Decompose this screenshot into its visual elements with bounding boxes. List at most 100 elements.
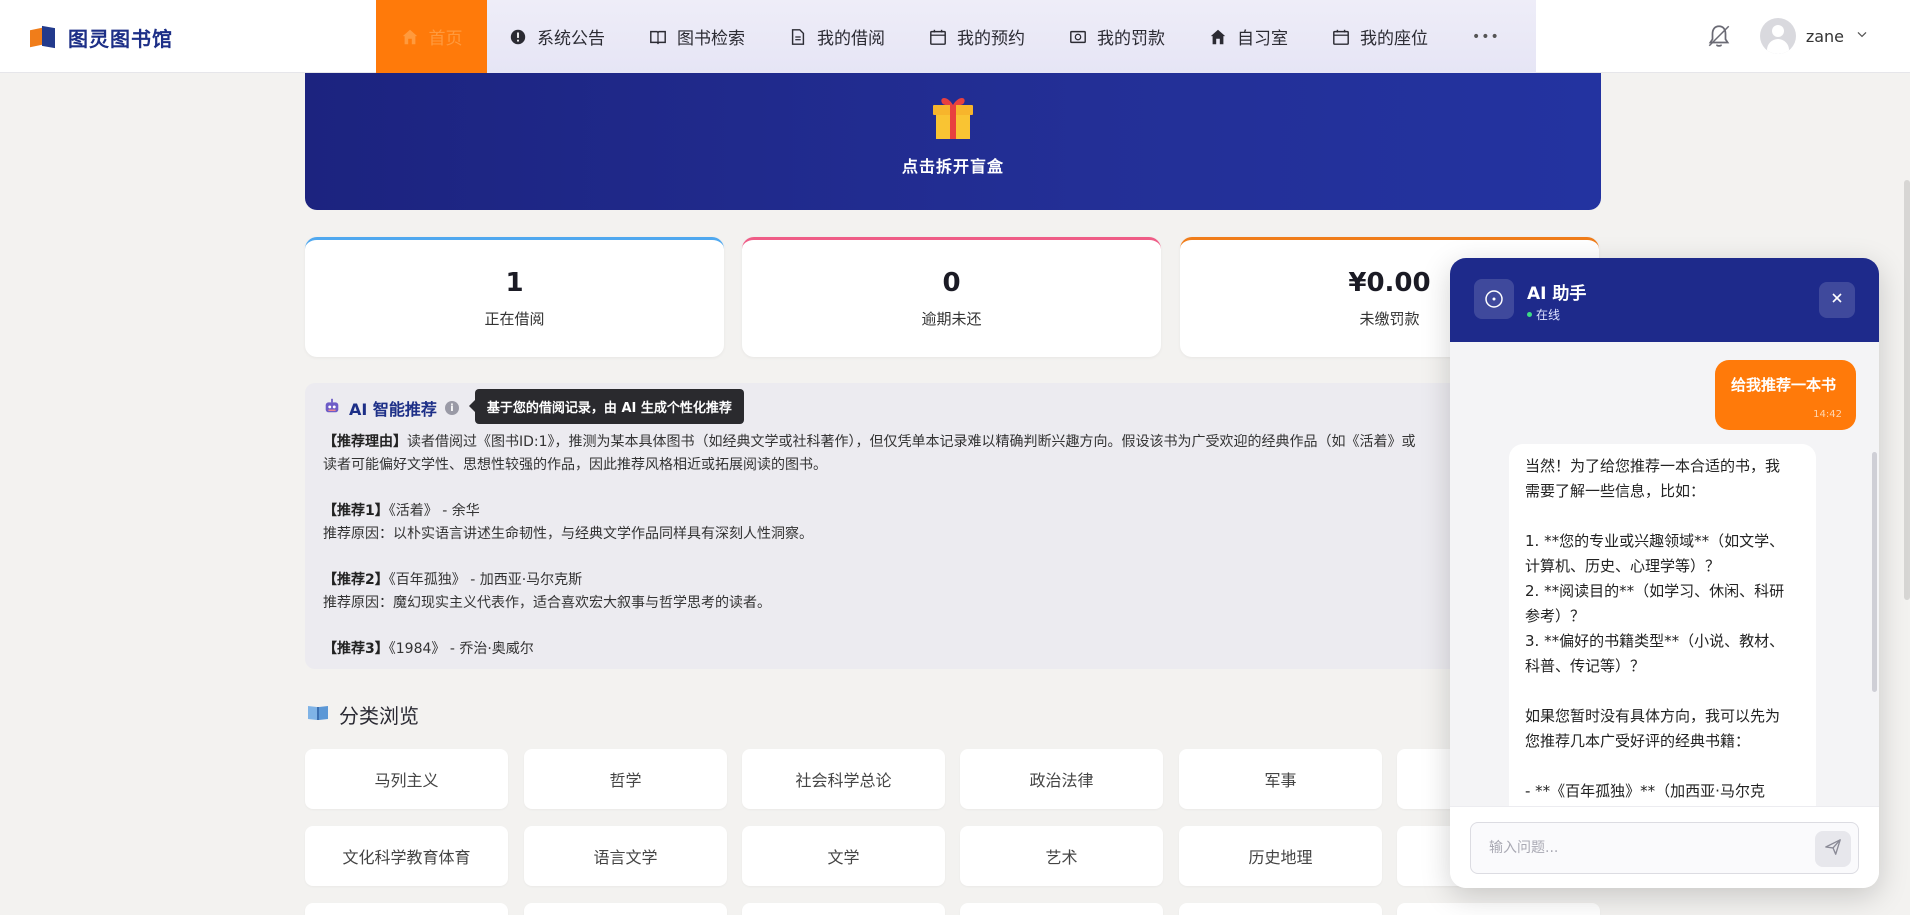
nav-item-announcements[interactable]: 系统公告 (487, 0, 627, 73)
ai-assistant-panel: AI 助手 在线 给我推荐一本书 14:42 当然！为了给您推荐一本合适的书，我… (1450, 258, 1879, 888)
more-icon: ••• (1472, 28, 1500, 45)
alert-icon (509, 28, 527, 46)
reason-text: 读者借阅过《图书ID:1》，推测为某本具体图书（如经典文学或社科著作），但仅凭单… (407, 434, 1416, 450)
nav-label: 首页 (428, 29, 463, 49)
category-button[interactable]: 政治法律 (960, 749, 1163, 809)
chat-input[interactable] (1470, 822, 1859, 874)
category-button[interactable]: 哲学 (524, 749, 727, 809)
info-icon[interactable]: i (444, 401, 459, 415)
gift-icon (931, 93, 975, 141)
robot-icon (323, 397, 341, 419)
user-message-text: 给我推荐一本书 (1731, 376, 1837, 394)
brand-name: 图灵图书馆 (68, 26, 173, 51)
nav-item-home[interactable]: 首页 (376, 0, 487, 73)
chat-input-area (1450, 806, 1879, 888)
library-logo-icon (30, 25, 56, 49)
stat-value: 0 (942, 268, 961, 298)
chat-scrollbar[interactable] (1872, 452, 1877, 692)
category-button[interactable]: 马列主义 (305, 749, 508, 809)
stat-value: ¥0.00 (1348, 268, 1431, 298)
nav-label: 我的借阅 (817, 29, 885, 49)
assistant-message-line (1525, 504, 1800, 529)
assistant-message: 当然！为了给您推荐一本合适的书，我 需要了解一些信息，比如： 1. **您的专业… (1509, 444, 1816, 806)
status-text: 在线 (1536, 308, 1561, 322)
top-right-tools: zane (1706, 16, 1870, 56)
top-navbar: 图灵图书馆 首页 系统公告 图书检索 我的借阅 我的预约 我的罚款 自习室 我的… (0, 0, 1910, 73)
reason-text: 读者可能偏好文学性、思想性较强的作品，因此推荐风格相近或拓展阅读的图书。 (323, 457, 827, 473)
category-button[interactable] (524, 903, 727, 915)
send-button[interactable] (1815, 831, 1851, 867)
recommend-book: 《百年孤独》 - 加西亚·马尔克斯 (388, 572, 583, 588)
category-button[interactable] (305, 903, 508, 915)
brand[interactable]: 图灵图书馆 (30, 22, 173, 52)
reason-tag: 【推荐理由】 (323, 434, 407, 450)
online-dot-icon (1527, 312, 1532, 317)
assistant-message-line: 如果您暂时没有具体方向，我可以先为 (1525, 707, 1781, 725)
page-scrollbar[interactable] (1904, 180, 1910, 600)
assistant-message-line: 需要了解一些信息，比如： (1525, 482, 1706, 500)
home-icon (401, 28, 419, 46)
category-button[interactable]: 社会科学总论 (742, 749, 945, 809)
nav-label: 我的预约 (957, 29, 1025, 49)
recommend-tag: 【推荐2】 (323, 572, 389, 588)
category-button[interactable]: 文学 (742, 826, 945, 886)
recommend-book: 《1984》 - 乔治·奥威尔 (388, 641, 534, 657)
money-icon (1069, 28, 1087, 46)
chat-messages: 给我推荐一本书 14:42 当然！为了给您推荐一本合适的书，我 需要了解一些信息… (1450, 342, 1879, 806)
close-icon (1829, 290, 1845, 311)
nav-label: 我的罚款 (1097, 29, 1165, 49)
category-button[interactable]: 军事 (1179, 749, 1382, 809)
nav-item-study-room[interactable]: 自习室 (1187, 0, 1310, 73)
online-status: 在线 (1527, 306, 1560, 323)
assistant-message-line: 计算机、历史、心理学等）？ (1525, 557, 1721, 575)
assistant-message-line (1525, 754, 1800, 779)
stat-borrowing[interactable]: 1 正在借阅 (305, 237, 724, 357)
category-button[interactable] (742, 903, 945, 915)
category-button[interactable] (1179, 903, 1382, 915)
category-title-text: 分类浏览 (339, 704, 419, 728)
blind-box-banner[interactable]: 点击拆开盲盒 (305, 73, 1601, 210)
nav-item-my-fines[interactable]: 我的罚款 (1047, 0, 1187, 73)
nav-more-button[interactable]: ••• (1450, 0, 1522, 73)
user-menu[interactable]: zane (1759, 18, 1870, 54)
open-book-icon (307, 702, 329, 727)
nav-label: 系统公告 (537, 29, 605, 49)
assistant-name: AI 助手 (1527, 284, 1587, 304)
user-message: 给我推荐一本书 14:42 (1715, 360, 1856, 430)
avatar (1759, 18, 1796, 54)
assistant-message-line: - **《百年孤独》**（加西亚·马尔克 (1525, 782, 1765, 800)
send-icon (1824, 838, 1842, 860)
category-button[interactable]: 文化科学教育体育 (305, 826, 508, 886)
nav-item-my-borrows[interactable]: 我的借阅 (767, 0, 907, 73)
category-button[interactable]: 艺术 (960, 826, 1163, 886)
close-button[interactable] (1819, 282, 1855, 318)
tooltip: 基于您的借阅记录，由 AI 生成个性化推荐 (468, 388, 744, 424)
ai-recommendation-title: AI 智能推荐 (349, 400, 437, 419)
recommendation-content: 【推荐理由】读者借阅过《图书ID:1》，推测为某本具体图书（如经典文学或社科著作… (323, 431, 1583, 661)
category-button[interactable]: 语言文学 (524, 826, 727, 886)
nav-item-my-reservations[interactable]: 我的预约 (907, 0, 1047, 73)
stat-label: 正在借阅 (484, 310, 545, 328)
stat-label: 逾期未还 (921, 310, 982, 328)
nav-label: 自习室 (1237, 29, 1288, 49)
home-icon (1209, 28, 1227, 46)
category-section-title: 分类浏览 (307, 700, 419, 729)
category-button[interactable] (960, 903, 1163, 915)
recommend-book: 《活着》 - 余华 (388, 503, 480, 519)
recommend-tag: 【推荐3】 (323, 641, 389, 657)
stat-overdue[interactable]: 0 逾期未还 (742, 237, 1161, 357)
notification-bell-icon[interactable] (1706, 23, 1732, 49)
recommend-reason: 推荐原因：以朴实语言讲述生命韧性，与经典文学作品同样具有深刻人性洞察。 (323, 526, 813, 542)
assistant-message-line: 当然！为了给您推荐一本合适的书，我 (1525, 457, 1781, 475)
nav-item-book-search[interactable]: 图书检索 (627, 0, 767, 73)
nav-item-my-seat[interactable]: 我的座位 (1310, 0, 1450, 73)
document-icon (789, 28, 807, 46)
category-button[interactable] (1397, 903, 1600, 915)
recommend-reason: 推荐原因：魔幻现实主义代表作，适合喜欢宏大叙事与哲学思考的读者。 (323, 595, 771, 611)
stat-label: 未缴罚款 (1359, 310, 1420, 328)
assistant-message-line: 您推荐几本广受好评的经典书籍： (1525, 732, 1751, 750)
chevron-down-icon (1854, 26, 1870, 46)
assistant-message-line (1525, 679, 1800, 704)
category-button[interactable]: 历史地理 (1179, 826, 1382, 886)
assistant-message-line: 参考）？ (1525, 607, 1586, 625)
